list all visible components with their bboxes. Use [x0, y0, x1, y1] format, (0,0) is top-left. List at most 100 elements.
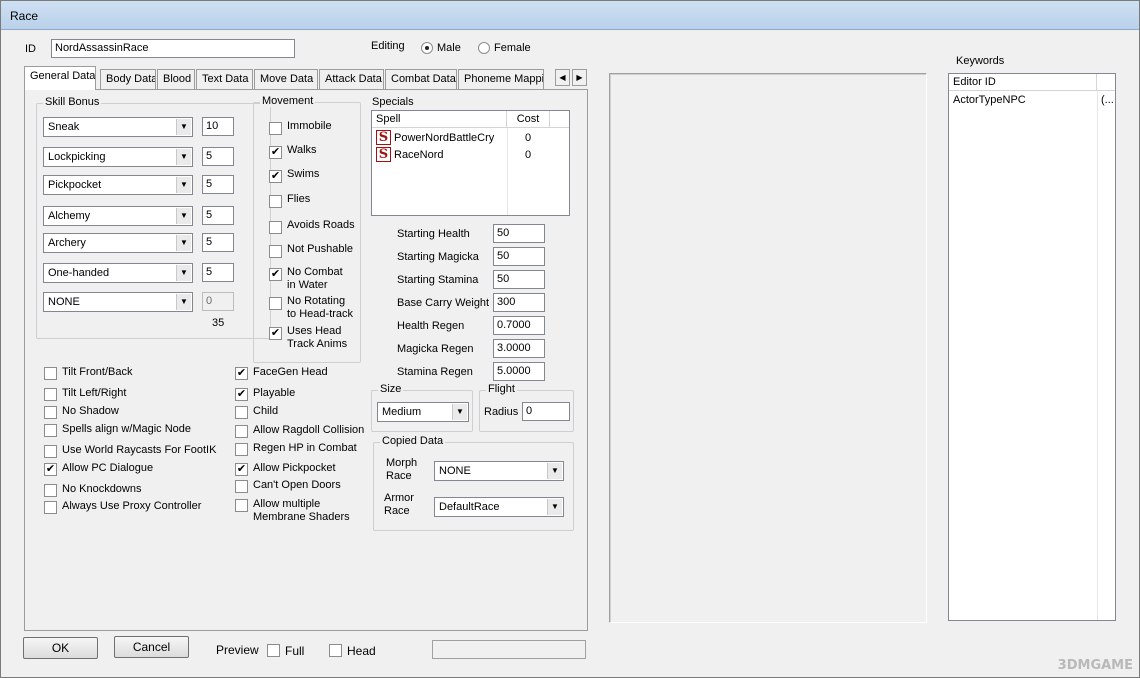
skill-bonus-value[interactable]: 5: [202, 175, 234, 194]
skill-dropdown[interactable]: Pickpocket ▼: [43, 175, 193, 195]
cost-column-header[interactable]: Cost: [507, 111, 550, 128]
spell-name[interactable]: RaceNord: [394, 149, 444, 161]
chevron-down-icon[interactable]: ▼: [176, 149, 191, 165]
flag-checkbox[interactable]: ✔: [44, 463, 57, 476]
skill-bonus-value[interactable]: 5: [202, 233, 234, 252]
stat-value-field[interactable]: 50: [493, 224, 545, 243]
preview-area[interactable]: [609, 73, 927, 623]
chevron-down-icon[interactable]: ▼: [176, 294, 191, 310]
chevron-down-icon[interactable]: ▼: [176, 265, 191, 281]
chevron-down-icon[interactable]: ▼: [176, 208, 191, 224]
skill-bonus-value[interactable]: 5: [202, 147, 234, 166]
keyword-row[interactable]: ActorTypeNPC (...: [949, 93, 1115, 110]
movement-checkbox[interactable]: [269, 245, 282, 258]
extra-column-header: [550, 111, 569, 128]
flag-checkbox[interactable]: [44, 406, 57, 419]
specials-list[interactable]: Spell Cost S PowerNordBattleCry 0 S RaceNord…: [371, 110, 570, 216]
keyword-extra-column-header[interactable]: [1097, 74, 1115, 91]
tab-combat-data[interactable]: Combat Data: [385, 69, 457, 89]
skill-dropdown[interactable]: Sneak ▼: [43, 117, 193, 137]
spell-icon: S: [376, 147, 391, 162]
tab-phoneme-mappi[interactable]: Phoneme Mappi: [458, 69, 544, 89]
female-radio[interactable]: [478, 42, 490, 54]
tab-text-data[interactable]: Text Data: [196, 69, 253, 89]
ok-button[interactable]: OK: [23, 637, 98, 659]
female-label: Female: [494, 42, 531, 54]
movement-label: Uses Head Track Anims: [287, 325, 348, 350]
tab-body-data[interactable]: Body Data: [100, 69, 156, 89]
tab-move-data[interactable]: Move Data: [254, 69, 318, 89]
flag-checkbox[interactable]: [235, 443, 248, 456]
flag-checkbox[interactable]: [44, 501, 57, 514]
chevron-down-icon[interactable]: ▼: [547, 463, 562, 479]
flag-checkbox[interactable]: [235, 480, 248, 493]
tab-general-data[interactable]: General Data: [24, 66, 96, 90]
flag-checkbox[interactable]: [44, 484, 57, 497]
movement-checkbox[interactable]: [269, 122, 282, 135]
id-field[interactable]: NordAssassinRace: [51, 39, 295, 58]
preview-head-checkbox[interactable]: [329, 644, 342, 657]
stat-value-field[interactable]: 50: [493, 247, 545, 266]
movement-checkbox[interactable]: ✔: [269, 268, 282, 281]
flag-checkbox[interactable]: ✔: [235, 367, 248, 380]
male-radio[interactable]: [421, 42, 433, 54]
spell-name[interactable]: PowerNordBattleCry: [394, 132, 494, 144]
movement-checkbox[interactable]: [269, 195, 282, 208]
flag-checkbox[interactable]: ✔: [235, 463, 248, 476]
title-bar[interactable]: Race: [1, 1, 1139, 30]
flight-title: Flight: [486, 383, 517, 395]
movement-checkbox[interactable]: [269, 297, 282, 310]
tab-blood[interactable]: Blood: [157, 69, 195, 89]
movement-label: Walks: [287, 144, 317, 156]
skill-dropdown[interactable]: Lockpicking ▼: [43, 147, 193, 167]
flag-checkbox[interactable]: [44, 445, 57, 458]
size-dropdown[interactable]: Medium ▼: [377, 402, 469, 422]
stat-value-field[interactable]: 5.0000: [493, 362, 545, 381]
flight-group: Flight Radius 0: [479, 383, 574, 432]
chevron-down-icon[interactable]: ▼: [176, 119, 191, 135]
movement-checkbox[interactable]: [269, 221, 282, 234]
stat-value-field[interactable]: 50: [493, 270, 545, 289]
movement-checkbox[interactable]: ✔: [269, 146, 282, 159]
skill-dropdown[interactable]: Archery ▼: [43, 233, 193, 253]
flag-checkbox[interactable]: [235, 406, 248, 419]
radius-field[interactable]: 0: [522, 402, 570, 421]
skill-bonus-value[interactable]: 0: [202, 292, 234, 311]
stat-value-field[interactable]: 0.7000: [493, 316, 545, 335]
stat-value-field[interactable]: 300: [493, 293, 545, 312]
skill-dropdown[interactable]: Alchemy ▼: [43, 206, 193, 226]
editor-id-column-header[interactable]: Editor ID: [949, 74, 1097, 91]
preview-full-checkbox[interactable]: [267, 644, 280, 657]
chevron-down-icon[interactable]: ▼: [176, 235, 191, 251]
stat-label: Base Carry Weight: [397, 297, 490, 309]
flag-checkbox[interactable]: ✔: [235, 388, 248, 401]
skill-bonus-value[interactable]: 10: [202, 117, 234, 136]
skill-bonus-value[interactable]: 5: [202, 263, 234, 282]
morph-race-dropdown[interactable]: NONE ▼: [434, 461, 564, 481]
armor-race-dropdown[interactable]: DefaultRace ▼: [434, 497, 564, 517]
spell-column-header[interactable]: Spell: [372, 111, 507, 128]
skill-dropdown[interactable]: One-handed ▼: [43, 263, 193, 283]
copied-data-title: Copied Data: [380, 435, 446, 447]
keywords-list[interactable]: Editor ID ActorTypeNPC (...: [948, 73, 1116, 621]
tab-scroll-left-icon[interactable]: ◀: [555, 69, 570, 86]
skill-bonus-total: 35: [212, 317, 225, 329]
skill-bonus-value[interactable]: 5: [202, 206, 234, 225]
chevron-down-icon[interactable]: ▼: [176, 177, 191, 193]
flag-checkbox[interactable]: [235, 425, 248, 438]
tab-scroll-right-icon[interactable]: ▶: [572, 69, 587, 86]
cancel-button[interactable]: Cancel: [114, 636, 189, 658]
spell-cost: 0: [525, 132, 532, 144]
flag-checkbox[interactable]: [44, 424, 57, 437]
stat-value-field[interactable]: 3.0000: [493, 339, 545, 358]
chevron-down-icon[interactable]: ▼: [452, 404, 467, 420]
tab-attack-data[interactable]: Attack Data: [319, 69, 384, 89]
movement-checkbox[interactable]: ✔: [269, 170, 282, 183]
flag-checkbox[interactable]: [44, 367, 57, 380]
flag-checkbox[interactable]: [235, 499, 248, 512]
chevron-down-icon[interactable]: ▼: [547, 499, 562, 515]
stat-label: Starting Health: [397, 228, 470, 240]
skill-dropdown[interactable]: NONE ▼: [43, 292, 193, 312]
flag-checkbox[interactable]: [44, 388, 57, 401]
movement-checkbox[interactable]: ✔: [269, 327, 282, 340]
